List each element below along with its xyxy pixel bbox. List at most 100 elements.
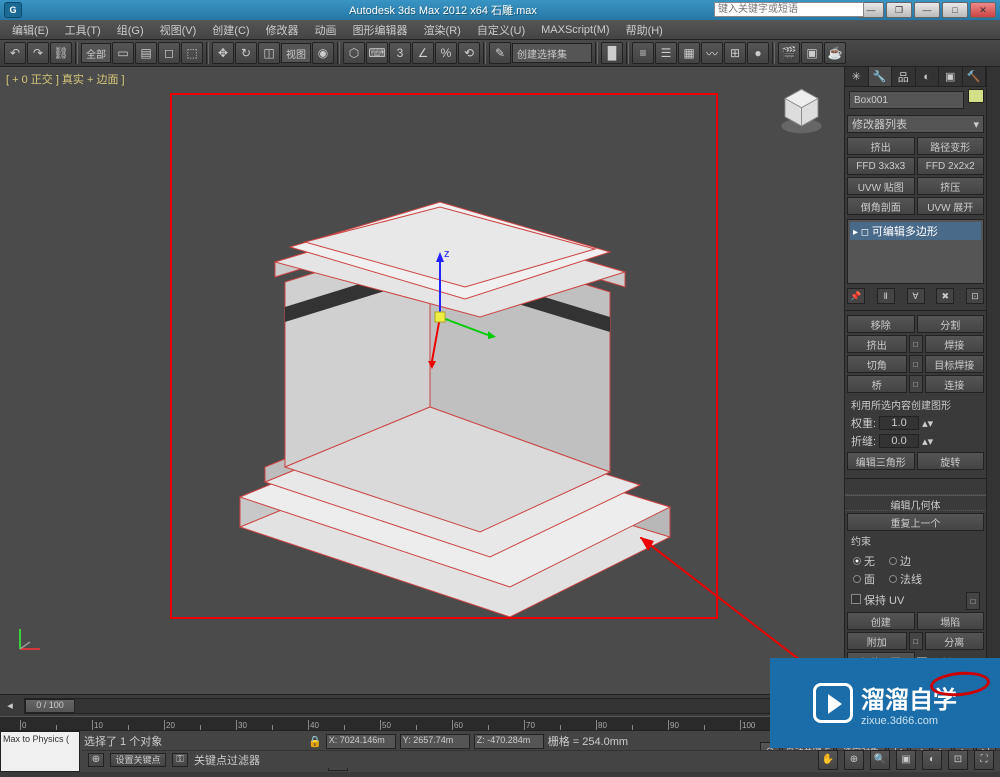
menu-maxscript[interactable]: MAXScript(M) [533, 22, 617, 38]
rotate-button[interactable]: ↻ [235, 42, 257, 64]
extrude-button[interactable]: 挤出 [847, 335, 907, 353]
mod-ffd333-button[interactable]: FFD 3x3x3 [847, 157, 915, 175]
key-filters-label[interactable]: 关键点过滤器 [194, 752, 260, 768]
setkey-button[interactable]: 设置关键点 [110, 753, 166, 767]
layers-button[interactable]: ☰ [655, 42, 677, 64]
chamfer-settings-button[interactable]: □ [909, 355, 923, 373]
constraint-normal-radio[interactable]: 法线 [889, 571, 922, 587]
object-color-swatch[interactable] [968, 89, 984, 103]
mod-bevelprofile-button[interactable]: 倒角剖面 [847, 197, 915, 215]
move-button[interactable]: ✥ [212, 42, 234, 64]
maximize-viewport-button[interactable]: ⛶ [974, 750, 994, 770]
menu-graph-editors[interactable]: 图形编辑器 [345, 20, 416, 40]
render-setup-button[interactable]: 🎬 [778, 42, 800, 64]
scale-button[interactable]: ◫ [258, 42, 280, 64]
hierarchy-tab[interactable]: 品 [892, 67, 916, 86]
z-coord-field[interactable]: Z: -470.284m [474, 734, 544, 749]
menu-rendering[interactable]: 渲染(R) [416, 20, 469, 40]
weight-spinner[interactable]: 1.0 [879, 416, 919, 430]
mod-extrude-button[interactable]: 挤出 [847, 137, 915, 155]
curve-editor-button[interactable]: 〰 [701, 42, 723, 64]
display-tab[interactable]: ▣ [939, 67, 963, 86]
chamfer-button[interactable]: 切角 [847, 355, 907, 373]
named-selection-sets[interactable]: 创建选择集 [512, 43, 592, 63]
motion-tab[interactable]: ◐ [916, 67, 940, 86]
weld-button[interactable]: 焊接 [925, 335, 985, 353]
material-editor-button[interactable]: ● [747, 42, 769, 64]
graphite-button[interactable]: ▦ [678, 42, 700, 64]
undo-button[interactable]: ↶ [4, 42, 26, 64]
x-coord-field[interactable]: X: 7024.146m [326, 734, 396, 749]
menu-help[interactable]: 帮助(H) [618, 20, 671, 40]
create-tab[interactable]: ✳ [845, 67, 869, 86]
detach-button[interactable]: 分离 [925, 632, 985, 650]
remove-button[interactable]: 移除 [847, 315, 915, 333]
attach-button[interactable]: 附加 [847, 632, 907, 650]
menu-customize[interactable]: 自定义(U) [469, 20, 533, 40]
align-button[interactable]: ≡ [632, 42, 654, 64]
show-end-button[interactable]: Ⅱ [877, 288, 895, 304]
zoom-all-button[interactable]: ▣ [896, 750, 916, 770]
time-slider-handle[interactable]: 0 / 100 [25, 699, 75, 713]
bridge-settings-button[interactable]: □ [909, 375, 923, 393]
y-coord-field[interactable]: Y: 2657.74m [400, 734, 470, 749]
edit-geometry-header[interactable] [845, 479, 986, 495]
attach-list-button[interactable]: □ [909, 632, 923, 650]
make-unique-button[interactable]: ∀ [907, 288, 925, 304]
menu-tools[interactable]: 工具(T) [57, 20, 109, 40]
redo-button[interactable]: ↷ [27, 42, 49, 64]
fov-button[interactable]: ◐ [922, 750, 942, 770]
stack-editable-poly[interactable]: ▸ ◻ 可编辑多边形 [850, 222, 981, 240]
window-crossing-button[interactable]: ⬚ [181, 42, 203, 64]
mod-unwrap-button[interactable]: UVW 展开 [917, 197, 985, 215]
mirror-button[interactable]: ▐▌ [601, 42, 623, 64]
close-button[interactable]: ✕ [970, 2, 996, 18]
viewport-area[interactable]: [ + 0 正交 ] 真实 + 边面 ] [0, 67, 844, 694]
bridge-button[interactable]: 桥 [847, 375, 907, 393]
schematic-button[interactable]: ⊞ [724, 42, 746, 64]
menu-edit[interactable]: 编辑(E) [4, 20, 57, 40]
connect-button[interactable]: 连接 [925, 375, 985, 393]
preserve-uv-checkbox[interactable] [851, 594, 861, 604]
menu-modifiers[interactable]: 修改器 [258, 20, 307, 40]
keyboard-button[interactable]: ⌨ [366, 42, 388, 64]
target-weld-button[interactable]: 目标焊接 [925, 355, 985, 373]
key-filters-icon[interactable]: ⚿ [172, 753, 188, 767]
manipulate-button[interactable]: ⬡ [343, 42, 365, 64]
edit-named-sel-button[interactable]: ✎ [489, 42, 511, 64]
viewport-label[interactable]: [ + 0 正交 ] 真实 + 边面 ] [6, 71, 125, 87]
pan-view-button[interactable]: ✋ [818, 750, 838, 770]
mod-uvwmap-button[interactable]: UVW 贴图 [847, 177, 915, 195]
rendered-frame-button[interactable]: ▣ [801, 42, 823, 64]
select-name-button[interactable]: ▤ [135, 42, 157, 64]
selection-filter[interactable]: 全部 [81, 43, 111, 63]
snap-button[interactable]: 3 [389, 42, 411, 64]
render-button[interactable]: ☕ [824, 42, 846, 64]
menu-view[interactable]: 视图(V) [152, 20, 205, 40]
split-button[interactable]: 分割 [917, 315, 985, 333]
link-button[interactable]: ⛓ [50, 42, 72, 64]
configure-sets-button[interactable]: ⊡ [966, 288, 984, 304]
collapse-button[interactable]: 塌陷 [917, 612, 985, 630]
crease-spinner[interactable]: 0.0 [879, 434, 919, 448]
spinner-snap-button[interactable]: ⟲ [458, 42, 480, 64]
zoom-button[interactable]: 🔍 [870, 750, 890, 770]
extrude-settings-button[interactable]: □ [909, 335, 923, 353]
create-geo-button[interactable]: 创建 [847, 612, 915, 630]
repeat-last-button[interactable]: 重复上一个 [847, 513, 984, 531]
zoom-extents-button[interactable]: ⊡ [948, 750, 968, 770]
object-name-field[interactable]: Box001 [849, 91, 964, 109]
maxscript-listener[interactable]: Max to Physics ( [0, 731, 80, 772]
constraint-edge-radio[interactable]: 边 [889, 553, 911, 569]
viewcube-icon[interactable] [774, 82, 829, 137]
orbit-button[interactable]: ⊕ [844, 750, 864, 770]
pin-stack-button[interactable]: 📌 [847, 288, 865, 304]
remove-mod-button[interactable]: ✖ [936, 288, 954, 304]
modify-tab[interactable]: 🔧 [869, 67, 893, 86]
help-search-input[interactable] [714, 2, 864, 17]
constraint-face-radio[interactable]: 面 [853, 571, 875, 587]
restore-button[interactable]: ❐ [886, 2, 912, 18]
minimize2-button[interactable]: — [914, 2, 940, 18]
turn-button[interactable]: 旋转 [917, 452, 985, 470]
menu-animation[interactable]: 动画 [307, 20, 345, 40]
